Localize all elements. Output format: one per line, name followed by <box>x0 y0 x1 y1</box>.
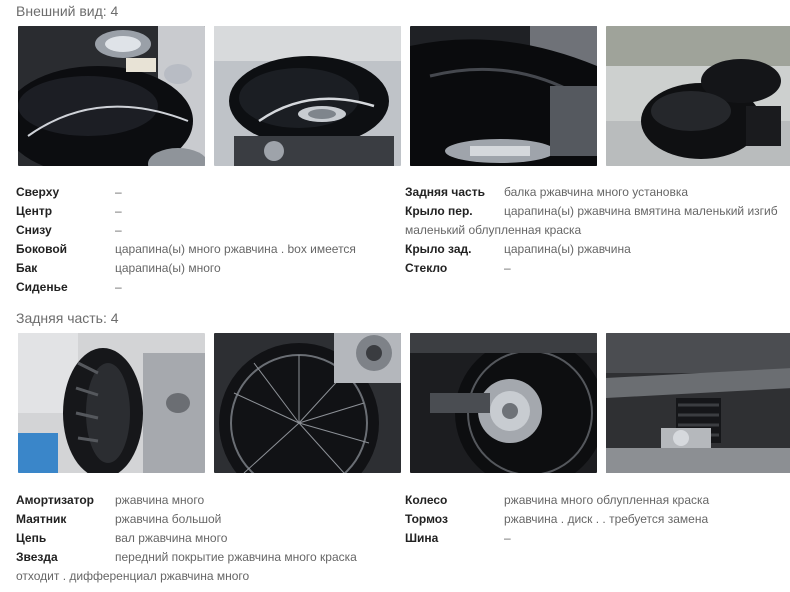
spec-row: Тормоз ржавчина . диск . . требуется заме… <box>405 510 785 529</box>
spec-label: Звезда <box>16 550 58 564</box>
spec-value-continuation: отходит . дифференциал ржавчина много <box>16 569 250 583</box>
section-title-exterior: Внешний вид: 4 <box>16 3 119 19</box>
spec-value: ржавчина большой <box>115 512 222 526</box>
spec-row: Задняя часть балка ржавчина много установ… <box>405 183 785 202</box>
spec-row: Крыло пер. царапина(ы) ржавчина вмятина м… <box>405 202 785 221</box>
spec-row: Сиденье – <box>16 278 396 297</box>
exterior-photo-3[interactable] <box>410 26 597 166</box>
spec-label: Маятник <box>16 512 67 526</box>
section-title-rear: Задняя часть: 4 <box>16 310 119 326</box>
spoke-wheel-photo <box>214 333 401 473</box>
spec-label: Стекло <box>405 261 448 275</box>
spec-row: Крыло зад. царапина(ы) ржавчина <box>405 240 785 259</box>
rear-photo-4[interactable] <box>606 333 790 473</box>
spec-row: Центр – <box>16 202 396 221</box>
rear-specs-right: Колесо ржавчина много облупленная краска … <box>405 491 785 548</box>
spec-label: Сверху <box>16 185 60 199</box>
exterior-photo-gallery <box>18 26 790 166</box>
spec-label: Снизу <box>16 223 52 237</box>
spec-row: Маятник ржавчина большой <box>16 510 396 529</box>
exterior-specs-right: Задняя часть балка ржавчина много установ… <box>405 183 785 278</box>
spec-row: Амортизатор ржавчина много <box>16 491 396 510</box>
spec-label: Тормоз <box>405 512 448 526</box>
spec-value: передний покрытие ржавчина много краска <box>115 550 357 564</box>
spec-value: царапина(ы) ржавчина <box>504 242 631 256</box>
spec-label: Крыло пер. <box>405 204 473 218</box>
rear-tire-photo <box>18 333 205 473</box>
exterior-photo-4[interactable] <box>606 26 790 166</box>
spec-label: Амортизатор <box>16 493 94 507</box>
spec-value: – <box>115 204 122 218</box>
drive-hub-photo <box>410 333 597 473</box>
spec-label: Центр <box>16 204 53 218</box>
spec-row-continuation: отходит . дифференциал ржавчина много <box>16 567 396 586</box>
spec-value: ржавчина много облупленная краска <box>504 493 710 507</box>
spec-row: Цепь вал ржавчина много <box>16 529 396 548</box>
rear-photo-2[interactable] <box>214 333 401 473</box>
spec-value: – <box>115 280 122 294</box>
exterior-specs-left: Сверху – Центр – Снизу – Боковой царапина(ы)… <box>16 183 396 297</box>
spec-row-continuation: маленький облупленная краска <box>405 221 785 240</box>
rear-photo-1[interactable] <box>18 333 205 473</box>
spec-row: Снизу – <box>16 221 396 240</box>
spec-label: Боковой <box>16 242 68 256</box>
spec-value: царапина(ы) ржавчина вмятина маленький и… <box>504 204 778 218</box>
spec-row: Колесо ржавчина много облупленная краска <box>405 491 785 510</box>
spec-value: балка ржавчина много установка <box>504 185 689 199</box>
spec-label: Крыло зад. <box>405 242 472 256</box>
spec-label: Колесо <box>405 493 448 507</box>
spec-label: Шина <box>405 531 439 545</box>
spec-value: – <box>504 531 511 545</box>
rear-photo-3[interactable] <box>410 333 597 473</box>
rear-specs-left: Амортизатор ржавчина много Маятник ржавчин… <box>16 491 396 586</box>
spec-row: Стекло – <box>405 259 785 278</box>
spec-value: вал ржавчина много <box>115 531 228 545</box>
tank-gauge-photo <box>18 26 205 166</box>
spec-value: царапина(ы) много <box>115 261 221 275</box>
exterior-photo-1[interactable] <box>18 26 205 166</box>
engine-cover-photo <box>410 26 597 166</box>
shock-absorber-photo <box>606 333 790 473</box>
spec-value: – <box>115 223 122 237</box>
spec-value: – <box>115 185 122 199</box>
spec-value: ржавчина . диск . . требуется замена <box>504 512 709 526</box>
spec-row: Сверху – <box>16 183 396 202</box>
spec-value: – <box>504 261 511 275</box>
fuel-tank-photo <box>214 26 401 166</box>
spec-row: Бак царапина(ы) много <box>16 259 396 278</box>
spec-label: Сиденье <box>16 280 68 294</box>
exterior-photo-2[interactable] <box>214 26 401 166</box>
spec-row: Боковой царапина(ы) много ржавчина . box … <box>16 240 396 259</box>
spec-label: Цепь <box>16 531 47 545</box>
spec-value-continuation: маленький облупленная краска <box>405 223 582 237</box>
spec-label: Задняя часть <box>405 185 485 199</box>
spec-label: Бак <box>16 261 38 275</box>
spec-value: ржавчина много <box>115 493 205 507</box>
seat-photo <box>606 26 790 166</box>
spec-row: Шина – <box>405 529 785 548</box>
spec-row: Звезда передний покрытие ржавчина много к… <box>16 548 396 567</box>
rear-photo-gallery <box>18 333 790 473</box>
spec-value: царапина(ы) много ржавчина . box имеется <box>115 242 356 256</box>
